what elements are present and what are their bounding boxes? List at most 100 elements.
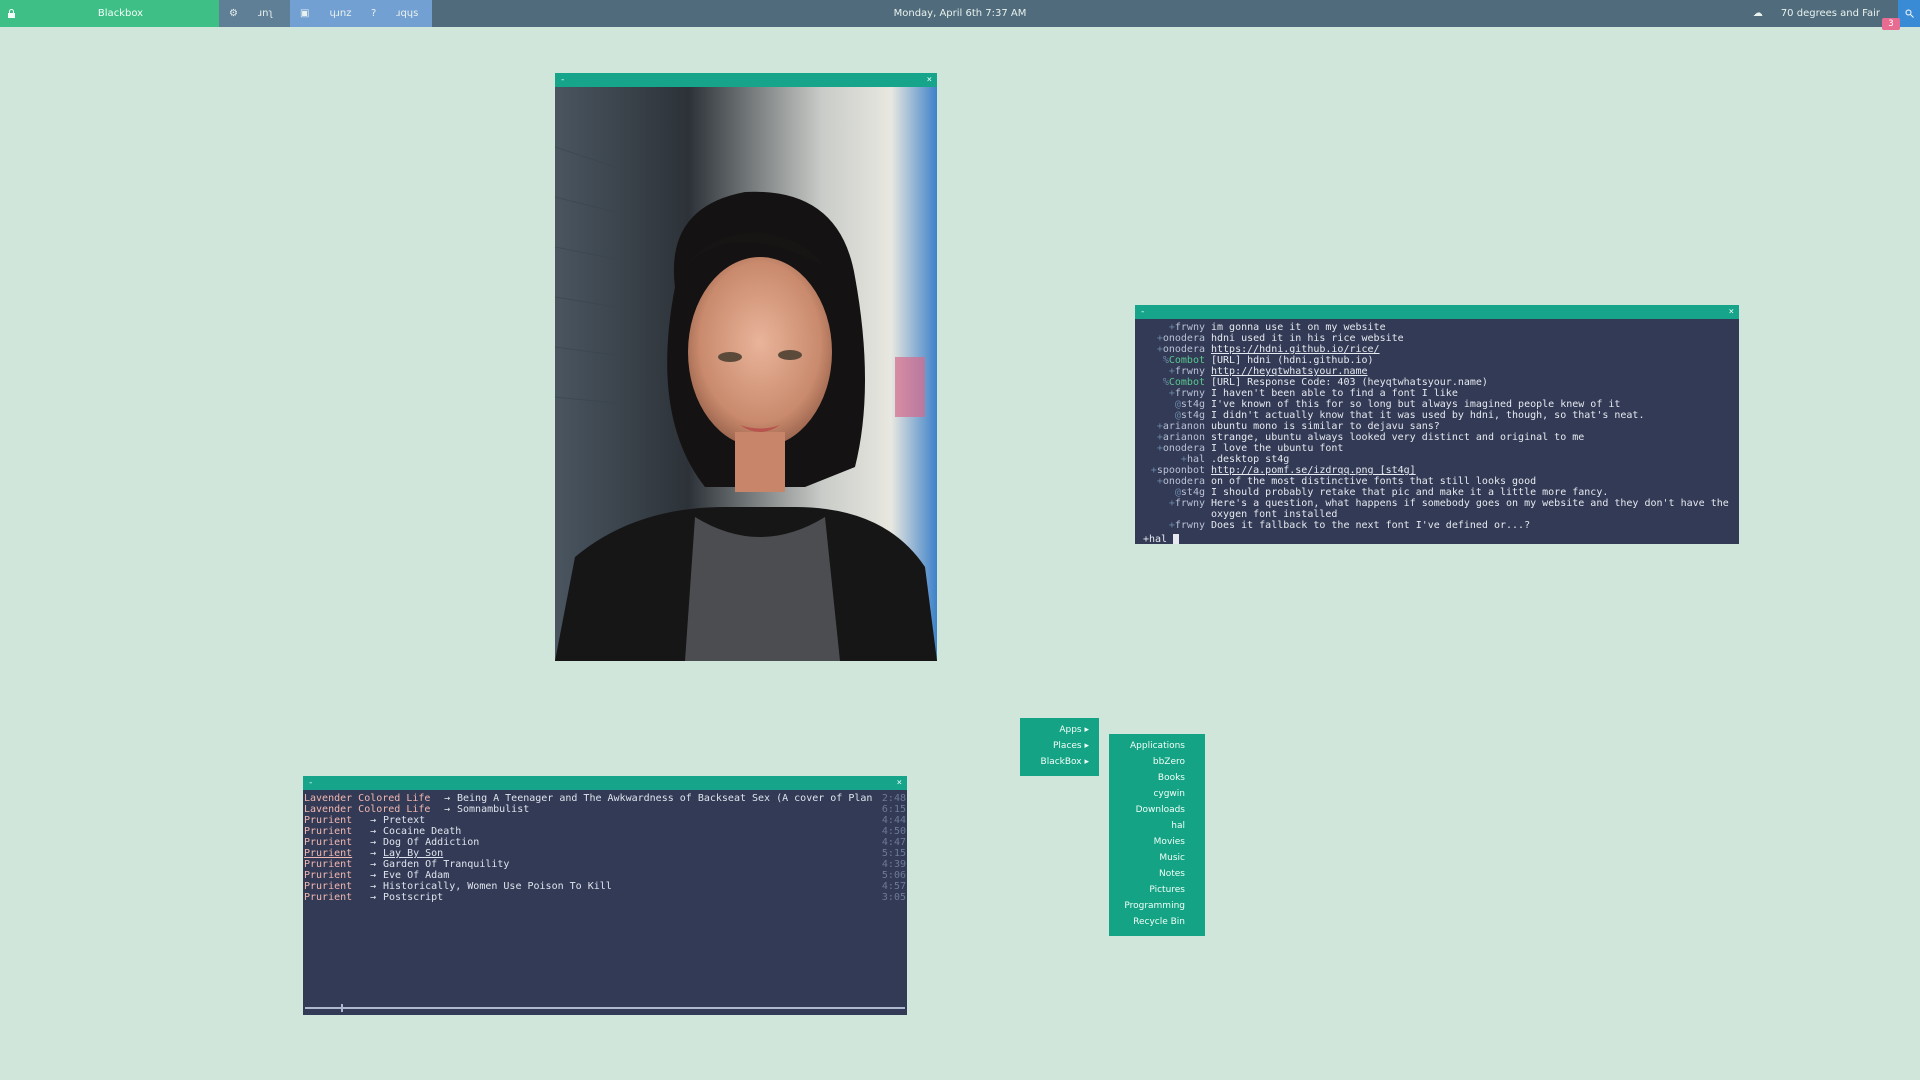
menu-item[interactable]: cygwin: [1109, 786, 1205, 802]
menu-item[interactable]: Places ▸: [1020, 738, 1099, 754]
chat-line: +arianon strange, ubuntu always looked ve…: [1143, 432, 1731, 443]
nick-name: onodera: [1162, 333, 1205, 344]
chat-nick: @st4g: [1143, 399, 1211, 410]
minimize-button[interactable]: -: [560, 75, 565, 85]
track-title: Dog Of Addiction: [383, 837, 480, 848]
window-titlebar[interactable]: - ×: [1135, 305, 1739, 319]
workspace-2[interactable]: ▣ ɥɹnz: [290, 0, 361, 27]
track-row[interactable]: Lavender Colored Life → Somnambulist 6:15: [304, 804, 906, 815]
chat-nick: +onodera: [1143, 333, 1211, 344]
track-duration: 5:15: [881, 848, 906, 859]
chat-message: [URL] hdni (hdni.github.io): [1211, 355, 1374, 366]
chat-line: +frwny Here's a question, what happens if…: [1143, 498, 1731, 520]
chat-message: I didn't actually know that it was used …: [1211, 410, 1645, 421]
menu-item[interactable]: Apps ▸: [1020, 722, 1099, 738]
irc-chat-window[interactable]: - × +frwny im gonna use it on my website +…: [1135, 305, 1739, 545]
menu-item[interactable]: BlackBox ▸: [1020, 754, 1099, 770]
chat-line: +onodera https://hdni.github.io/rice/: [1143, 344, 1731, 355]
track-row[interactable]: Prurient → Dog Of Addiction 4:47: [304, 837, 906, 848]
arrow-icon: →: [369, 837, 377, 848]
chat-nick: +frwny: [1143, 388, 1211, 399]
track-row[interactable]: Prurient → Lay By Son 5:15: [304, 848, 906, 859]
chat-input-line[interactable]: +hal: [1135, 534, 1739, 545]
chat-line: +onodera on of the most distinctive fonts…: [1143, 476, 1731, 487]
window-titlebar[interactable]: - ×: [303, 776, 907, 790]
chat-line: +frwny I haven't been able to find a font…: [1143, 388, 1731, 399]
chat-nick: %Combot: [1143, 355, 1211, 366]
chat-message: im gonna use it on my website: [1211, 322, 1386, 333]
track-row[interactable]: Prurient → Cocaine Death 4:50: [304, 826, 906, 837]
menu-item[interactable]: Downloads: [1109, 802, 1205, 818]
chat-message: I should probably retake that pic and ma…: [1211, 487, 1609, 498]
nick-name: st4g: [1180, 410, 1205, 421]
arrow-icon: →: [369, 881, 377, 892]
chat-message: I haven't been able to find a font I lik…: [1211, 388, 1458, 399]
nick-name: frwny: [1174, 388, 1205, 399]
nick-name: frwny: [1174, 366, 1205, 377]
seek-bar[interactable]: [305, 1007, 905, 1009]
minimize-button[interactable]: -: [308, 778, 313, 788]
track-row[interactable]: Prurient → Eve Of Adam 5:06: [304, 870, 906, 881]
notification-badge[interactable]: 3: [1882, 18, 1900, 30]
places-menu: Applications bbZero Books cygwin Downloads ha…: [1109, 734, 1205, 936]
track-row[interactable]: Prurient → Garden Of Tranquility 4:39: [304, 859, 906, 870]
chat-message: I've known of this for so long but alway…: [1211, 399, 1621, 410]
active-window-title: Blackbox: [22, 0, 219, 27]
lock-icon[interactable]: [0, 0, 22, 27]
menu-item[interactable]: Notes: [1109, 866, 1205, 882]
chat-link[interactable]: http://a.pomf.se/izdrqq.png [st4g]: [1211, 465, 1731, 476]
music-player-window[interactable]: - × Lavender Colored Life → Being A Teenag…: [303, 776, 907, 1015]
gear-icon: ⚙: [229, 8, 238, 19]
nick-name: onodera: [1162, 344, 1205, 355]
track-duration: 4:47: [881, 837, 906, 848]
seek-handle[interactable]: [341, 1004, 343, 1012]
chat-nick: +hal: [1143, 454, 1211, 465]
track-row[interactable]: Prurient → Pretext 4:44: [304, 815, 906, 826]
search-icon[interactable]: [1898, 0, 1920, 27]
minimize-button[interactable]: -: [1140, 307, 1145, 317]
clock: Monday, April 6th 7:37 AM: [893, 8, 1027, 19]
menu-item[interactable]: Programming: [1109, 898, 1205, 914]
close-button[interactable]: ×: [927, 75, 932, 85]
top-panel: Blackbox ⚙ ɹnʅ ▣ ɥɹnz ? ɹqɥs Monday, Apr…: [0, 0, 1920, 27]
menu-item[interactable]: Music: [1109, 850, 1205, 866]
track-duration: 4:44: [881, 815, 906, 826]
image-viewer-window[interactable]: - ×: [555, 73, 937, 661]
track-row[interactable]: Prurient → Historically, Women Use Poison …: [304, 881, 906, 892]
workspace-1[interactable]: ⚙ ɹnʅ: [219, 0, 290, 27]
menu-item[interactable]: Recycle Bin: [1109, 914, 1205, 930]
menu-item[interactable]: Movies: [1109, 834, 1205, 850]
menu-item[interactable]: bbZero: [1109, 754, 1205, 770]
track-artist: Prurient: [304, 848, 353, 859]
arrow-icon: →: [443, 804, 451, 815]
track-title: Eve Of Adam: [383, 870, 450, 881]
chat-link[interactable]: https://hdni.github.io/rice/: [1211, 344, 1731, 355]
track-row[interactable]: Prurient → Postscript 3:05: [304, 892, 906, 903]
nick-name: Combot: [1168, 377, 1205, 388]
track-artist: Prurient: [304, 815, 353, 826]
close-button[interactable]: ×: [1729, 307, 1734, 317]
menu-item[interactable]: Books: [1109, 770, 1205, 786]
menu-item[interactable]: Pictures: [1109, 882, 1205, 898]
menu-item[interactable]: Applications: [1109, 738, 1205, 754]
chat-message: ubuntu mono is similar to dejavu sans?: [1211, 421, 1440, 432]
track-row[interactable]: Lavender Colored Life → Being A Teenager a…: [304, 793, 906, 804]
nick-name: onodera: [1162, 443, 1205, 454]
grid-icon: ▣: [300, 8, 310, 19]
arrow-icon: →: [443, 793, 451, 804]
chat-line: @st4g I didn't actually know that it was …: [1143, 410, 1731, 421]
close-button[interactable]: ×: [897, 778, 902, 788]
chat-message: Here's a question, what happens if someb…: [1211, 498, 1735, 520]
menu-item[interactable]: hal: [1109, 818, 1205, 834]
chat-message: .desktop st4g: [1211, 454, 1290, 465]
chat-message: strange, ubuntu always looked very disti…: [1211, 432, 1585, 443]
chat-link[interactable]: http://heyqtwhatsyour.name: [1211, 366, 1731, 377]
playlist: Lavender Colored Life → Being A Teenager a…: [303, 790, 907, 906]
chat-nick: +onodera: [1143, 443, 1211, 454]
workspace-3[interactable]: ? ɹqɥs: [361, 0, 432, 27]
chat-message: hdni used it in his rice website: [1211, 333, 1404, 344]
window-titlebar[interactable]: - ×: [555, 73, 937, 87]
chat-line: +hal .desktop st4g: [1143, 454, 1731, 465]
chat-line: +onodera hdni used it in his rice website: [1143, 333, 1731, 344]
track-duration: 4:50: [881, 826, 906, 837]
